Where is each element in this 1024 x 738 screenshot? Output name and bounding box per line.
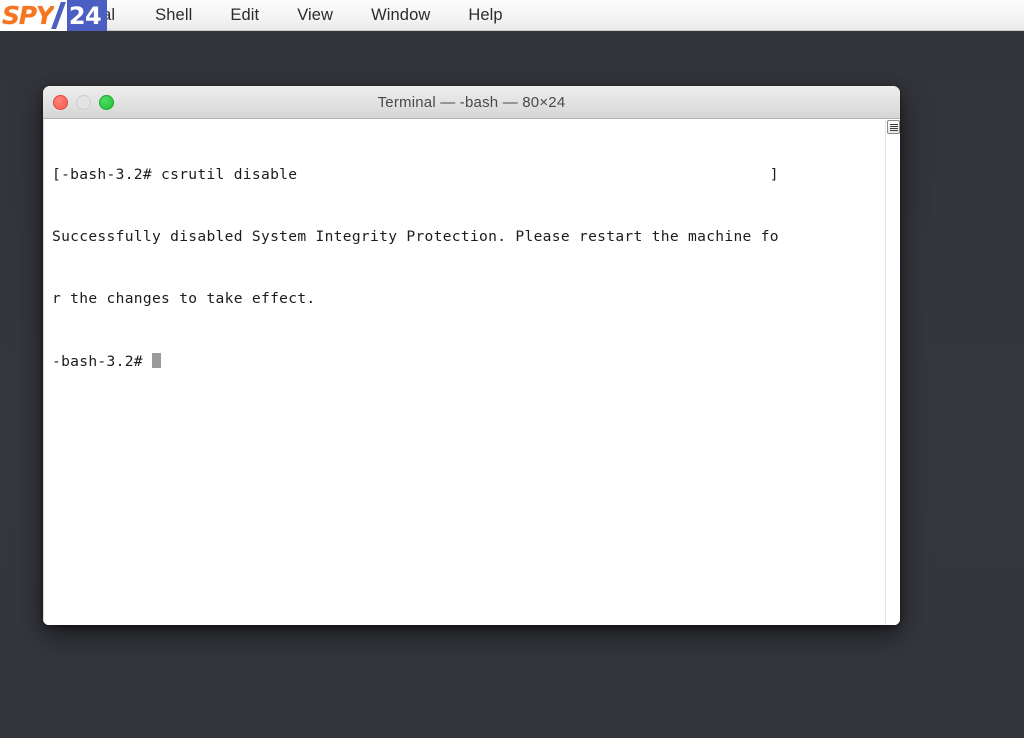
terminal-line: Successfully disabled System Integrity P…	[52, 227, 779, 245]
menu-item-edit[interactable]: Edit	[224, 7, 265, 24]
window-titlebar[interactable]: Terminal — -bash — 80×24	[43, 86, 900, 119]
scrollbar-grip-line	[889, 123, 898, 125]
scrollbar-grip-line	[889, 125, 898, 127]
terminal-prompt-line: -bash-3.2#	[52, 352, 885, 373]
watermark-brand-text: SPY	[0, 0, 54, 31]
terminal-prompt-text: -bash-3.2#	[52, 352, 152, 370]
close-button-icon[interactable]	[53, 94, 68, 110]
terminal-cursor	[151, 352, 161, 368]
terminal-body[interactable]: [-bash-3.2# csrutil disable ] Successful…	[43, 119, 900, 625]
scrollbar-thumb[interactable]	[887, 120, 900, 134]
menu-item-help[interactable]: Help	[462, 7, 508, 24]
menu-item-window[interactable]: Window	[365, 7, 436, 24]
menu-item-shell[interactable]: Shell	[149, 7, 198, 24]
terminal-window[interactable]: Terminal — -bash — 80×24 [-bash-3.2# csr…	[43, 86, 900, 625]
watermark-number-text: 24	[66, 0, 108, 31]
terminal-line: [-bash-3.2# csrutil disable ]	[52, 165, 779, 183]
traffic-lights-group	[53, 94, 114, 110]
scrollbar-grip-line	[889, 129, 898, 131]
terminal-output-area[interactable]: [-bash-3.2# csrutil disable ] Successful…	[43, 119, 885, 625]
terminal-line: r the changes to take effect.	[52, 290, 316, 308]
minimize-button-icon[interactable]	[76, 94, 91, 110]
scrollbar-grip-line	[889, 127, 898, 129]
menu-bar: Terminal Shell Edit View Window Help	[0, 0, 1024, 31]
window-title: Terminal — -bash — 80×24	[377, 93, 566, 111]
maximize-button-icon[interactable]	[99, 94, 114, 110]
watermark-slash-icon	[53, 0, 67, 31]
spy24-watermark-logo: SPY 24	[0, 0, 108, 31]
terminal-scrollbar[interactable]	[885, 119, 900, 625]
menu-item-view[interactable]: View	[291, 7, 339, 24]
